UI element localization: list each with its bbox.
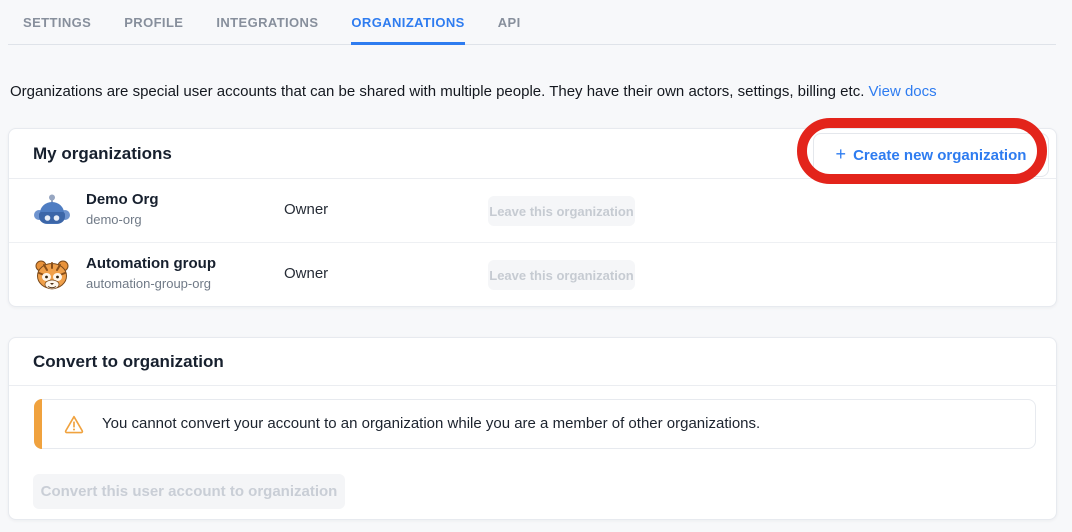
tab-profile[interactable]: PROFILE [124, 0, 183, 45]
tiger-avatar-icon [34, 257, 70, 293]
my-organizations-title: My organizations [33, 129, 172, 179]
tab-integrations[interactable]: INTEGRATIONS [216, 0, 318, 45]
intro-sentence: Organizations are special user accounts … [10, 83, 864, 100]
tab-bar: SETTINGS PROFILE INTEGRATIONS ORGANIZATI… [0, 0, 1072, 45]
warning-accent-bar [34, 399, 42, 449]
create-new-organization-button[interactable]: + Create new organization [813, 133, 1049, 177]
convert-to-organization-card: Convert to organization You cannot conve… [8, 337, 1057, 520]
tab-api[interactable]: API [498, 0, 521, 45]
warning-callout: You cannot convert your account to an or… [34, 399, 1036, 449]
convert-title: Convert to organization [33, 338, 224, 386]
tab-organizations[interactable]: ORGANIZATIONS [351, 0, 464, 45]
tab-settings[interactable]: SETTINGS [23, 0, 91, 45]
plus-icon: + [836, 145, 847, 163]
my-organizations-card: My organizations + Create new organizati… [8, 128, 1057, 307]
robot-avatar-icon [34, 193, 70, 229]
warning-triangle-icon [63, 413, 85, 435]
org-name[interactable]: Demo Org [86, 191, 159, 208]
org-slug: demo-org [86, 212, 142, 227]
leave-organization-button[interactable]: Leave this organization [488, 260, 635, 290]
org-row-demo-org: Demo Org demo-org Owner Leave this organ… [9, 179, 1056, 243]
convert-header: Convert to organization [9, 338, 1056, 386]
create-new-organization-label: Create new organization [853, 147, 1026, 164]
convert-account-button[interactable]: Convert this user account to organizatio… [33, 474, 345, 509]
warning-text: You cannot convert your account to an or… [102, 400, 760, 448]
org-role: Owner [284, 265, 328, 282]
org-slug: automation-group-org [86, 276, 211, 291]
org-row-automation-group: Automation group automation-group-org Ow… [9, 243, 1056, 307]
view-docs-link[interactable]: View docs [869, 83, 937, 100]
org-role: Owner [284, 201, 328, 218]
leave-organization-button[interactable]: Leave this organization [488, 196, 635, 226]
my-organizations-header: My organizations + Create new organizati… [9, 129, 1056, 179]
intro-text: Organizations are special user accounts … [10, 83, 937, 100]
org-name[interactable]: Automation group [86, 255, 216, 272]
